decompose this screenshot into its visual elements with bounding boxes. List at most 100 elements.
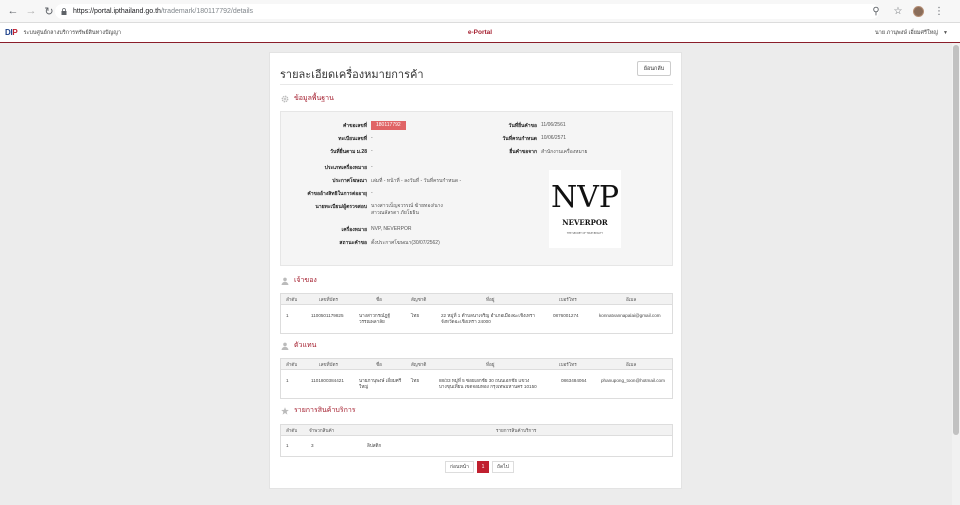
cell: นางสาวกรณ์ฎฐ์ วรรณพลาลัย bbox=[359, 313, 391, 324]
cell: 3 bbox=[311, 443, 314, 448]
table-row: 1 1100501179825 นางสาวกรณ์ฎฐ์ วรรณพลาลัย… bbox=[281, 305, 672, 333]
cell: นายภานุพงษ์ เอี่ยมศรีใหญ่ bbox=[359, 378, 402, 389]
mark-logo-name: NEVERPOR bbox=[562, 218, 608, 227]
col-header: ลำดับ bbox=[286, 428, 298, 433]
field-publication: ประกาศโฆษณา เล่มที่ - หน้าที่ - ลงวันที่ … bbox=[281, 177, 461, 185]
field-app-no: คำขอเลขที่ 180117792 bbox=[281, 121, 406, 130]
url-path: /trademark/180117792/details bbox=[160, 8, 254, 15]
menu-dots-icon[interactable]: ⋮ bbox=[932, 4, 946, 18]
cell: 1100501179825 bbox=[311, 313, 344, 318]
caret-down-icon[interactable]: ▼ bbox=[943, 30, 948, 36]
back-arrow-icon[interactable]: ← bbox=[4, 2, 22, 20]
user-menu[interactable]: นาย ภานุพงษ์ เอี่ยมศรีใหญ่ bbox=[875, 29, 938, 37]
cell: ไทย bbox=[411, 313, 420, 318]
field-renewal-claim: คำขออ้างสิทธิในการต่ออายุ - bbox=[281, 190, 372, 198]
field-label: ทะเบียนเลขที่ bbox=[338, 136, 367, 142]
divider bbox=[280, 84, 673, 85]
col-header: ชื่อ bbox=[376, 362, 382, 367]
field-filing-date: วันที่ยื่นคำขอ 11/06/2561 bbox=[481, 122, 566, 130]
address-bar[interactable]: https://portal.ipthailand.go.th/trademar… bbox=[55, 4, 879, 19]
mark-logo-tagline: THE SECRET OF TRUE BEAUTY bbox=[567, 232, 604, 235]
field-expiry-date: วันที่ครบกำหนด 10/06/2571 bbox=[481, 135, 566, 143]
cell: 22 หมู่ที่ 1 ตำบลนาเจริญ อำเภอเมืองฉะเชิ… bbox=[441, 313, 535, 324]
col-header: สัญชาติ bbox=[411, 362, 427, 367]
goods-heading: รายการสินค้าบริการ bbox=[280, 405, 356, 416]
cell: 1 bbox=[286, 313, 289, 318]
field-value: - bbox=[371, 164, 373, 170]
field-reg-no: ทะเบียนเลขที่ - bbox=[281, 135, 372, 143]
col-header: เลขที่บัตร bbox=[319, 362, 338, 367]
cell: phanupong_toon@hotmail.com bbox=[601, 378, 665, 383]
cell: ไทย bbox=[411, 378, 420, 383]
logo-accent-text: P bbox=[12, 28, 18, 37]
page-title: รายละเอียดเครื่องหมายการค้า bbox=[280, 69, 424, 81]
field-status: สถานะคำขอ ตั้งประกาศโฆษณา(30/07/2562) bbox=[281, 239, 440, 247]
owner-title: เจ้าของ bbox=[294, 277, 317, 284]
prev-page-button[interactable]: ก่อนหน้า bbox=[445, 461, 474, 473]
col-header: ลำดับ bbox=[286, 362, 298, 367]
mark-logo-top: NVP bbox=[551, 180, 619, 215]
org-name: ระบบศูนย์กลางบริการทรัพย์สินทางปัญญา bbox=[23, 29, 122, 36]
scrollbar-thumb[interactable] bbox=[953, 45, 959, 435]
zoom-icon[interactable]: ⚲ bbox=[869, 4, 883, 18]
cell: 0863484064 bbox=[561, 378, 587, 383]
field-label: คำขออ้างสิทธิในการต่ออายุ bbox=[307, 191, 367, 197]
field-value: ตั้งประกาศโฆษณา(30/07/2562) bbox=[371, 240, 440, 246]
field-label: นายทะเบียน/ผู้ตรวจสอบ bbox=[315, 204, 367, 210]
profile-avatar[interactable] bbox=[913, 5, 924, 17]
col-header: ที่อยู่ bbox=[486, 362, 495, 367]
pagination: ก่อนหน้า 1 ถัดไป bbox=[445, 461, 514, 473]
basic-info-heading: ข้อมูลพื้นฐาน bbox=[280, 93, 334, 104]
field-label: วันที่ครบกำหนด bbox=[502, 136, 537, 142]
cell: 88/33 หมู่ที่ 5 ซอยเอกชัย 30 ถนนเอกชัย แ… bbox=[439, 378, 537, 389]
table-row: 1 1101800384421 นายภานุพงษ์ เอี่ยมศรีใหญ… bbox=[281, 370, 672, 398]
table-header: ลำดับ จำพวกสินค้า รายการสินค้าบริการ bbox=[281, 425, 672, 436]
field-value: - bbox=[371, 148, 373, 154]
col-header: เลขที่บัตร bbox=[319, 297, 338, 302]
goods-title: รายการสินค้าบริการ bbox=[294, 407, 356, 414]
basic-info-panel: คำขอเลขที่ 180117792 ทะเบียนเลขที่ - วันที… bbox=[280, 111, 673, 266]
owner-table: ลำดับ เลขที่บัตร ชื่อ สัญชาติ ที่อยู่ เบ… bbox=[280, 293, 673, 334]
portal-name: e-Portal bbox=[467, 29, 493, 36]
field-label: ยื่นคำขอจาก bbox=[509, 149, 537, 155]
field-label: เครื่องหมาย bbox=[341, 227, 367, 233]
owner-heading: เจ้าของ bbox=[280, 275, 317, 286]
field-label: คำขอเลขที่ bbox=[342, 123, 367, 129]
agent-table: ลำดับ เลขที่บัตร ชื่อ สัญชาติ ที่อยู่ เบ… bbox=[280, 358, 673, 399]
field-value: 11/06/2561 bbox=[541, 122, 566, 128]
cell: 0876001274 bbox=[553, 313, 579, 318]
star-icon bbox=[280, 406, 289, 415]
gear-icon bbox=[280, 94, 289, 103]
application-number-badge: 180117792 bbox=[371, 121, 406, 130]
col-header: ชื่อ bbox=[376, 297, 382, 302]
field-label: วันที่ยื่นตาม ม.28 bbox=[330, 149, 367, 155]
page-scrollbar[interactable] bbox=[952, 43, 960, 505]
field-label: สถานะคำขอ bbox=[339, 240, 367, 246]
field-value: NVP, NEVERPOR bbox=[371, 226, 412, 232]
app-header: DIP ระบบศูนย์กลางบริการทรัพย์สินทางปัญญา… bbox=[0, 23, 960, 43]
field-filed-from: ยื่นคำขอจาก สำนักงานเครื่องหมาย bbox=[481, 148, 587, 156]
agent-title: ตัวแทน bbox=[294, 342, 317, 349]
url-host: https://portal.ipthailand.go.th bbox=[73, 8, 161, 15]
field-mark-type: ประเภทเครื่องหมาย - bbox=[281, 164, 373, 172]
field-m28-date: วันที่ยื่นตาม ม.28- bbox=[281, 148, 373, 156]
forward-arrow-icon[interactable]: → bbox=[22, 2, 40, 20]
user-icon bbox=[280, 276, 289, 285]
field-registrar: นายทะเบียน/ผู้ตรวจสอบ นางสาวเบ็ญจวรรณ์ ฆ้… bbox=[281, 203, 451, 217]
agent-heading: ตัวแทน bbox=[280, 340, 316, 351]
field-value: นางสาวเบ็ญจวรรณ์ ฆ้ายทอง/นางสาวณลัลรดา ภ… bbox=[371, 203, 443, 216]
page-number-button[interactable]: 1 bbox=[476, 461, 489, 473]
next-page-button[interactable]: ถัดไป bbox=[491, 461, 514, 473]
table-header: ลำดับ เลขที่บัตร ชื่อ สัญชาติ ที่อยู่ เบ… bbox=[281, 359, 672, 370]
back-button[interactable]: ย้อนกลับ bbox=[637, 61, 671, 76]
goods-table: ลำดับ จำพวกสินค้า รายการสินค้าบริการ 1 3… bbox=[280, 424, 673, 457]
dip-logo[interactable]: DIP bbox=[5, 28, 18, 37]
trademark-image: NVP NEVERPOR THE SECRET OF TRUE BEAUTY bbox=[549, 170, 621, 248]
col-header: ที่อยู่ bbox=[486, 297, 495, 302]
col-header: อีเมล bbox=[626, 362, 637, 367]
lock-icon bbox=[61, 8, 67, 15]
basic-info-title: ข้อมูลพื้นฐาน bbox=[294, 95, 334, 102]
field-value: สำนักงานเครื่องหมาย bbox=[541, 149, 588, 155]
bookmark-star-icon[interactable]: ☆ bbox=[891, 4, 905, 18]
col-header: สัญชาติ bbox=[411, 297, 427, 302]
